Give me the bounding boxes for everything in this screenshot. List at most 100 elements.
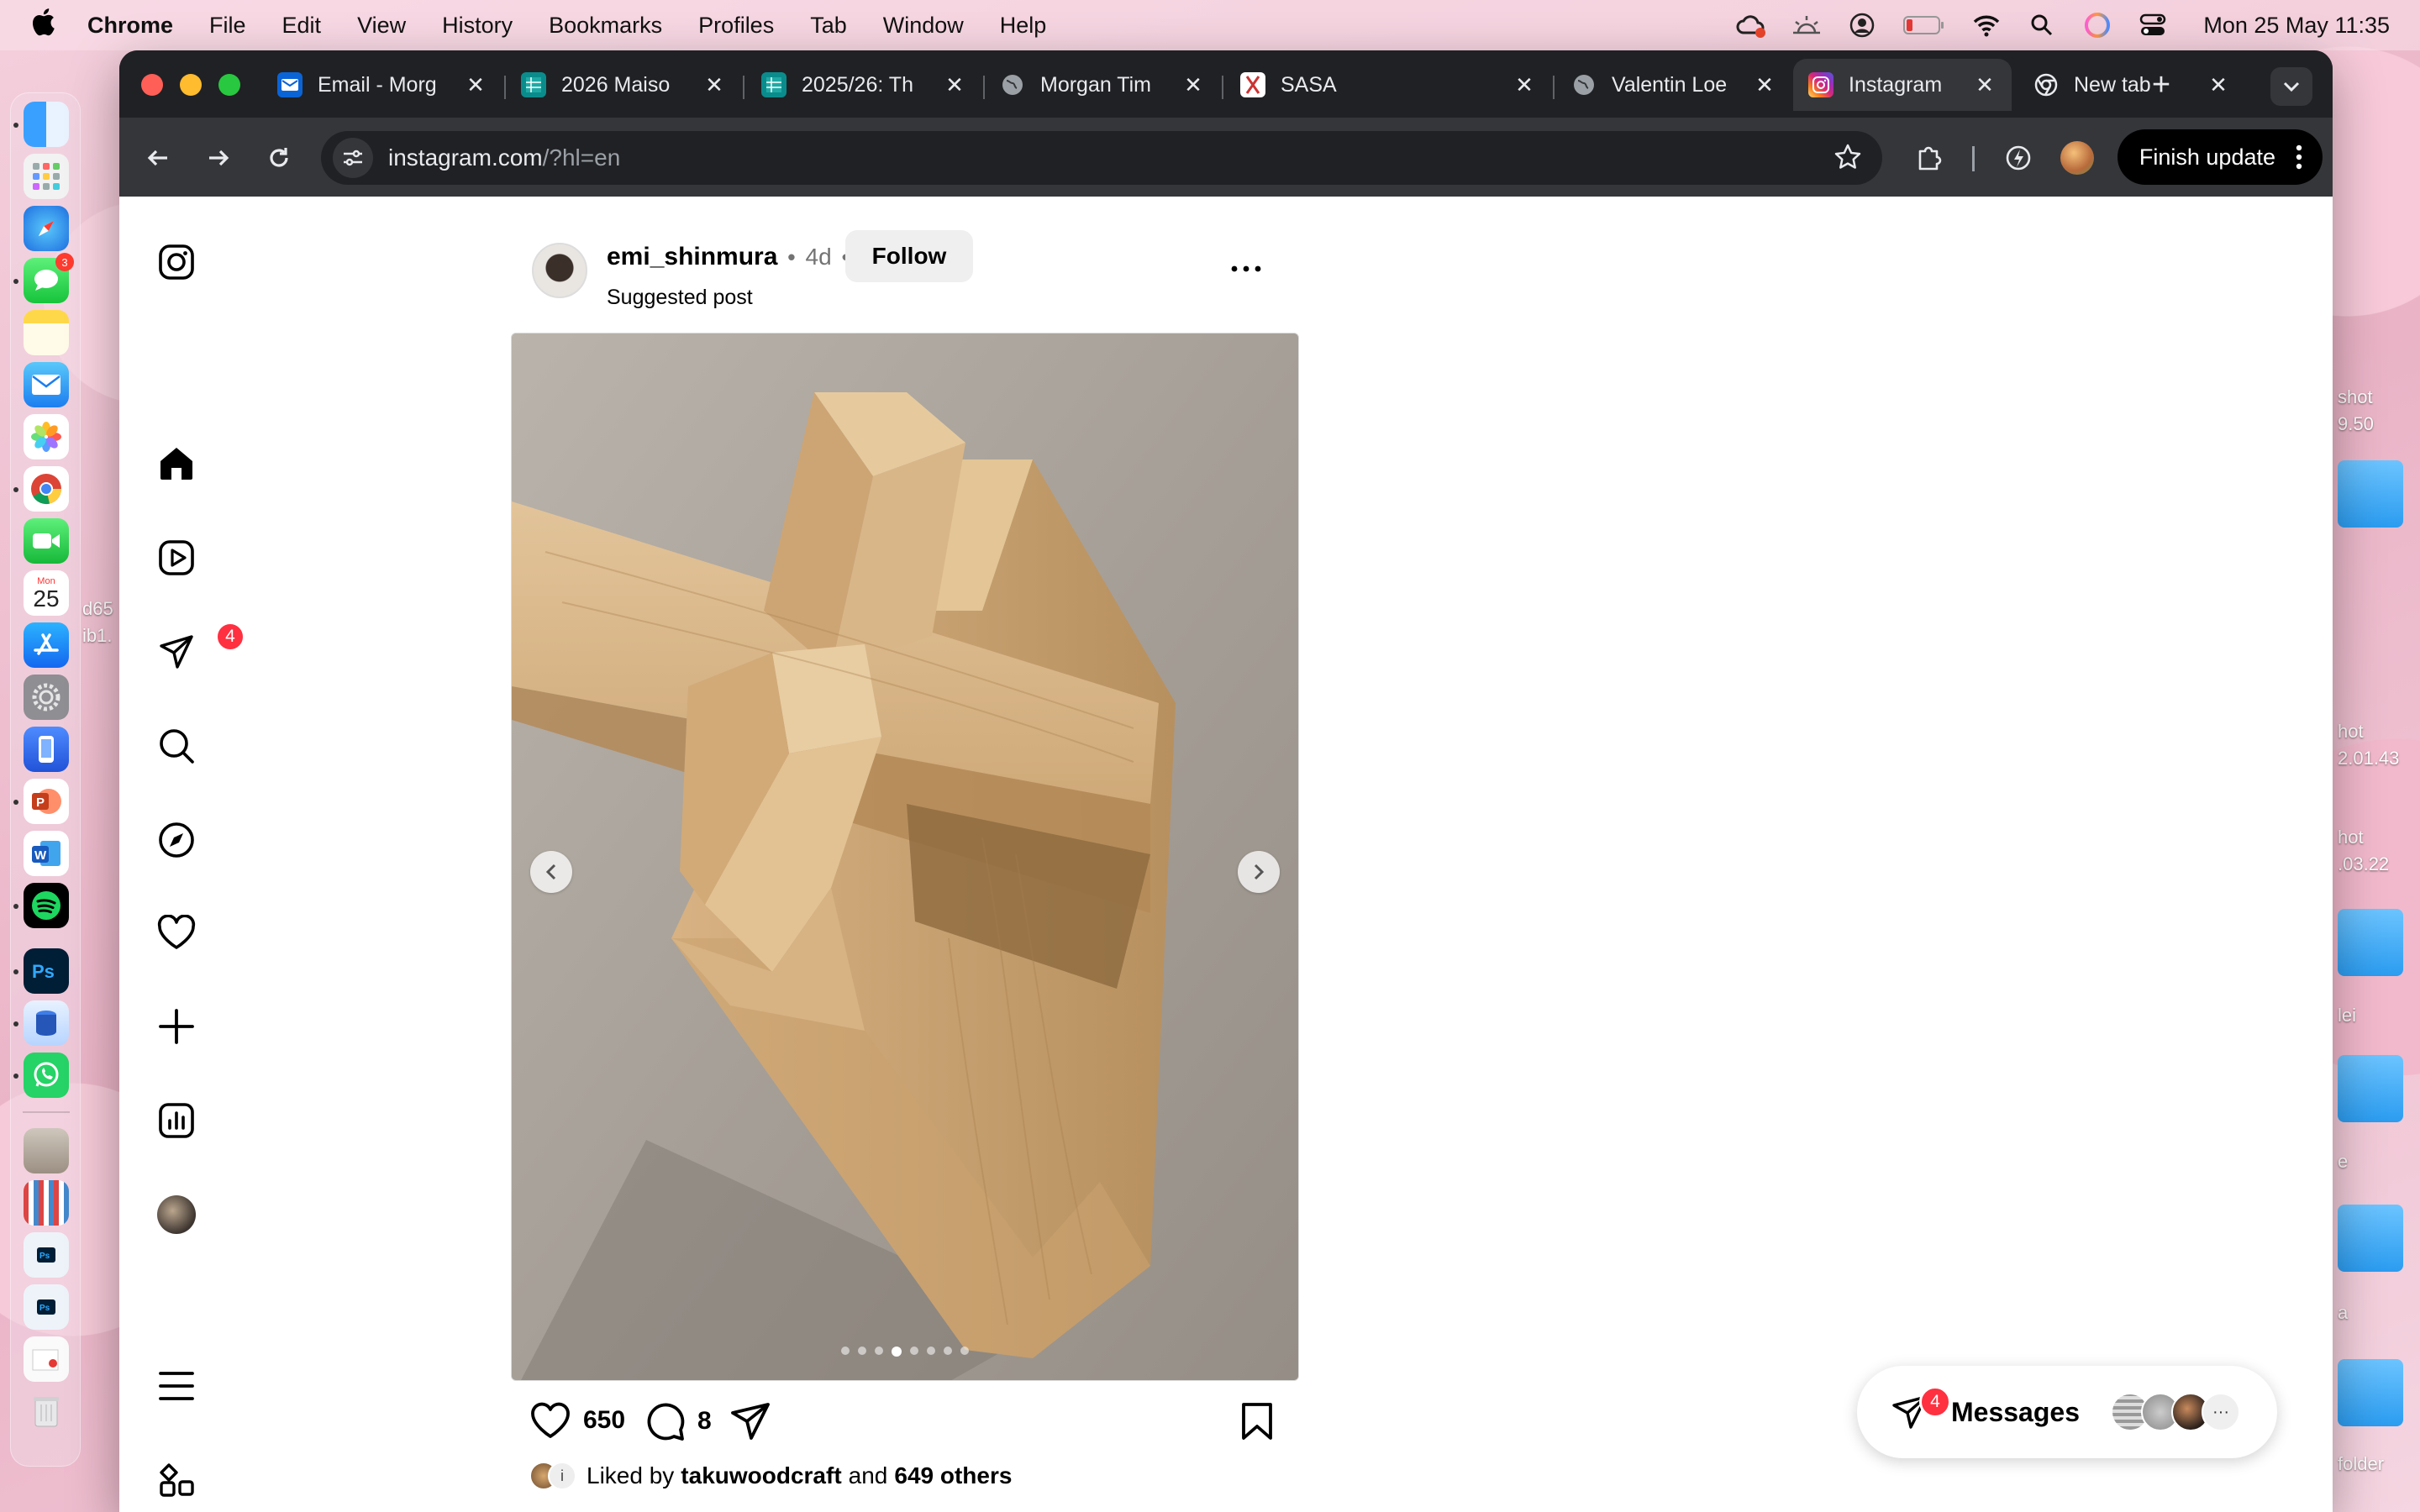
- reels-icon[interactable]: [155, 536, 198, 580]
- chrome-dock-icon[interactable]: [24, 466, 69, 512]
- menu-help[interactable]: Help: [1000, 13, 1047, 39]
- spotify-icon[interactable]: [24, 883, 69, 928]
- close-tab-icon[interactable]: ✕: [702, 72, 726, 98]
- url-text[interactable]: instagram.com/?hl=en: [388, 144, 620, 171]
- calendar-icon[interactable]: Mon 25: [24, 570, 69, 616]
- dashboard-chart-icon[interactable]: [155, 1099, 198, 1142]
- tab-sasa[interactable]: SASA ✕: [1225, 59, 1551, 111]
- system-settings-icon[interactable]: [24, 675, 69, 720]
- performance-icon[interactable]: [1998, 138, 2039, 178]
- tab-search-chevron-icon[interactable]: [2270, 67, 2312, 106]
- siri-icon[interactable]: [2081, 8, 2114, 42]
- finish-update-button[interactable]: Finish update: [2117, 129, 2323, 185]
- more-conversations-icon[interactable]: ···: [2202, 1393, 2240, 1431]
- more-menu-icon[interactable]: [155, 1364, 198, 1408]
- save-action[interactable]: [1240, 1401, 1274, 1441]
- back-arrow-icon[interactable]: [138, 138, 178, 178]
- tab-2025-26[interactable]: 2025/26: Th ✕: [746, 59, 981, 111]
- desktop-file-label[interactable]: hot: [2338, 721, 2364, 743]
- minimize-window-button[interactable]: [180, 74, 202, 96]
- apple-menu-icon[interactable]: [30, 8, 55, 43]
- wifi-icon[interactable]: [1970, 8, 2003, 42]
- recent-file-thumbnail[interactable]: [24, 1128, 69, 1173]
- liked-by-user[interactable]: takuwoodcraft: [681, 1462, 841, 1489]
- control-center-icon[interactable]: [2136, 8, 2170, 42]
- menu-edit[interactable]: Edit: [282, 13, 322, 39]
- battery-icon[interactable]: [1901, 8, 1948, 42]
- new-tab-plus-icon[interactable]: +: [2144, 69, 2178, 101]
- desktop-folder-icon[interactable]: [2338, 460, 2403, 528]
- chrome-menu-kebab-icon[interactable]: [2296, 144, 2302, 176]
- app-store-icon[interactable]: [24, 622, 69, 668]
- close-window-button[interactable]: [141, 74, 163, 96]
- desktop-file-label[interactable]: .03.22: [2338, 853, 2389, 875]
- liked-by-others[interactable]: 649 others: [894, 1462, 1012, 1489]
- close-tab-icon[interactable]: ✕: [464, 72, 487, 98]
- tab-new-tab[interactable]: New tab ✕: [2018, 59, 2245, 111]
- desktop-folder-icon[interactable]: [2338, 1055, 2403, 1122]
- whatsapp-icon[interactable]: [24, 1053, 69, 1098]
- instagram-logo-icon[interactable]: [155, 240, 198, 284]
- desktop-folder-icon[interactable]: [2338, 1205, 2403, 1272]
- post-author-avatar[interactable]: [532, 243, 587, 298]
- desktop-file-label[interactable]: ib1.: [82, 625, 112, 647]
- desktop-file-label[interactable]: lei: [2338, 1005, 2356, 1026]
- menu-bar-clock[interactable]: Mon 25 May 11:35: [2203, 13, 2390, 39]
- simulator-icon[interactable]: [24, 727, 69, 772]
- post-age[interactable]: 4d: [806, 244, 832, 270]
- recent-file-thumbnail[interactable]: [24, 1180, 69, 1226]
- trash-icon[interactable]: [24, 1389, 69, 1434]
- database-app-icon[interactable]: [24, 1000, 69, 1046]
- desktop-file-label[interactable]: 9.50: [2338, 413, 2374, 435]
- downloads-stack-icon[interactable]: [24, 1336, 69, 1382]
- creative-cloud-icon[interactable]: [1734, 8, 1768, 42]
- menu-file[interactable]: File: [209, 13, 246, 39]
- launchpad-icon[interactable]: [24, 154, 69, 199]
- desktop-file-label[interactable]: e: [2338, 1151, 2348, 1173]
- desktop-file-label[interactable]: d65: [82, 598, 113, 620]
- desktop-file-label[interactable]: folder: [2338, 1453, 2384, 1475]
- tab-email[interactable]: Email - Morg ✕: [262, 59, 502, 111]
- messages-app-icon[interactable]: 3: [24, 253, 74, 303]
- bookmark-star-icon[interactable]: [1833, 143, 1862, 176]
- user-account-icon[interactable]: [1845, 8, 1879, 42]
- direct-messages-icon[interactable]: 4: [155, 622, 245, 674]
- finder-icon[interactable]: [24, 102, 69, 147]
- explore-compass-icon[interactable]: [155, 818, 198, 862]
- tab-2026-maison[interactable]: 2026 Maiso ✕: [506, 59, 741, 111]
- safari-icon[interactable]: [24, 206, 69, 251]
- extensions-puzzle-icon[interactable]: [1909, 138, 1949, 178]
- comment-action[interactable]: 8: [645, 1401, 712, 1441]
- site-settings-icon[interactable]: [333, 138, 373, 178]
- menu-tab[interactable]: Tab: [810, 13, 847, 39]
- comment-bubble-icon[interactable]: [645, 1401, 686, 1441]
- also-from-meta-icon[interactable]: [155, 1458, 198, 1502]
- notifications-heart-icon[interactable]: [155, 911, 198, 954]
- brightness-icon[interactable]: [1790, 8, 1823, 42]
- forward-arrow-icon[interactable]: [198, 138, 239, 178]
- facetime-icon[interactable]: [24, 518, 69, 564]
- notes-icon[interactable]: [24, 310, 69, 355]
- desktop-file-label[interactable]: shot: [2338, 386, 2373, 408]
- like-heart-icon[interactable]: [529, 1401, 571, 1440]
- save-bookmark-icon[interactable]: [1240, 1401, 1274, 1441]
- menu-window[interactable]: Window: [883, 13, 964, 39]
- mail-icon[interactable]: [24, 362, 69, 407]
- desktop-file-label[interactable]: a: [2338, 1302, 2348, 1324]
- spotlight-search-icon[interactable]: [2025, 8, 2059, 42]
- profile-avatar[interactable]: [155, 1193, 198, 1236]
- carousel-prev-button[interactable]: [530, 851, 572, 893]
- menu-bookmarks[interactable]: Bookmarks: [549, 13, 662, 39]
- address-bar[interactable]: instagram.com/?hl=en: [321, 131, 1882, 185]
- home-icon[interactable]: [155, 442, 198, 486]
- photoshop-file-icon[interactable]: Ps: [24, 1232, 69, 1278]
- post-options-icon[interactable]: [1225, 252, 1267, 286]
- post-username[interactable]: emi_shinmura: [607, 243, 777, 271]
- photos-icon[interactable]: [24, 414, 69, 459]
- photoshop-file-icon[interactable]: Ps: [24, 1284, 69, 1330]
- follow-button[interactable]: Follow: [845, 230, 973, 282]
- menu-app-name[interactable]: Chrome: [87, 13, 173, 39]
- search-icon[interactable]: [155, 724, 198, 768]
- share-paper-plane-icon[interactable]: [729, 1401, 771, 1441]
- close-tab-icon[interactable]: ✕: [1753, 72, 1776, 98]
